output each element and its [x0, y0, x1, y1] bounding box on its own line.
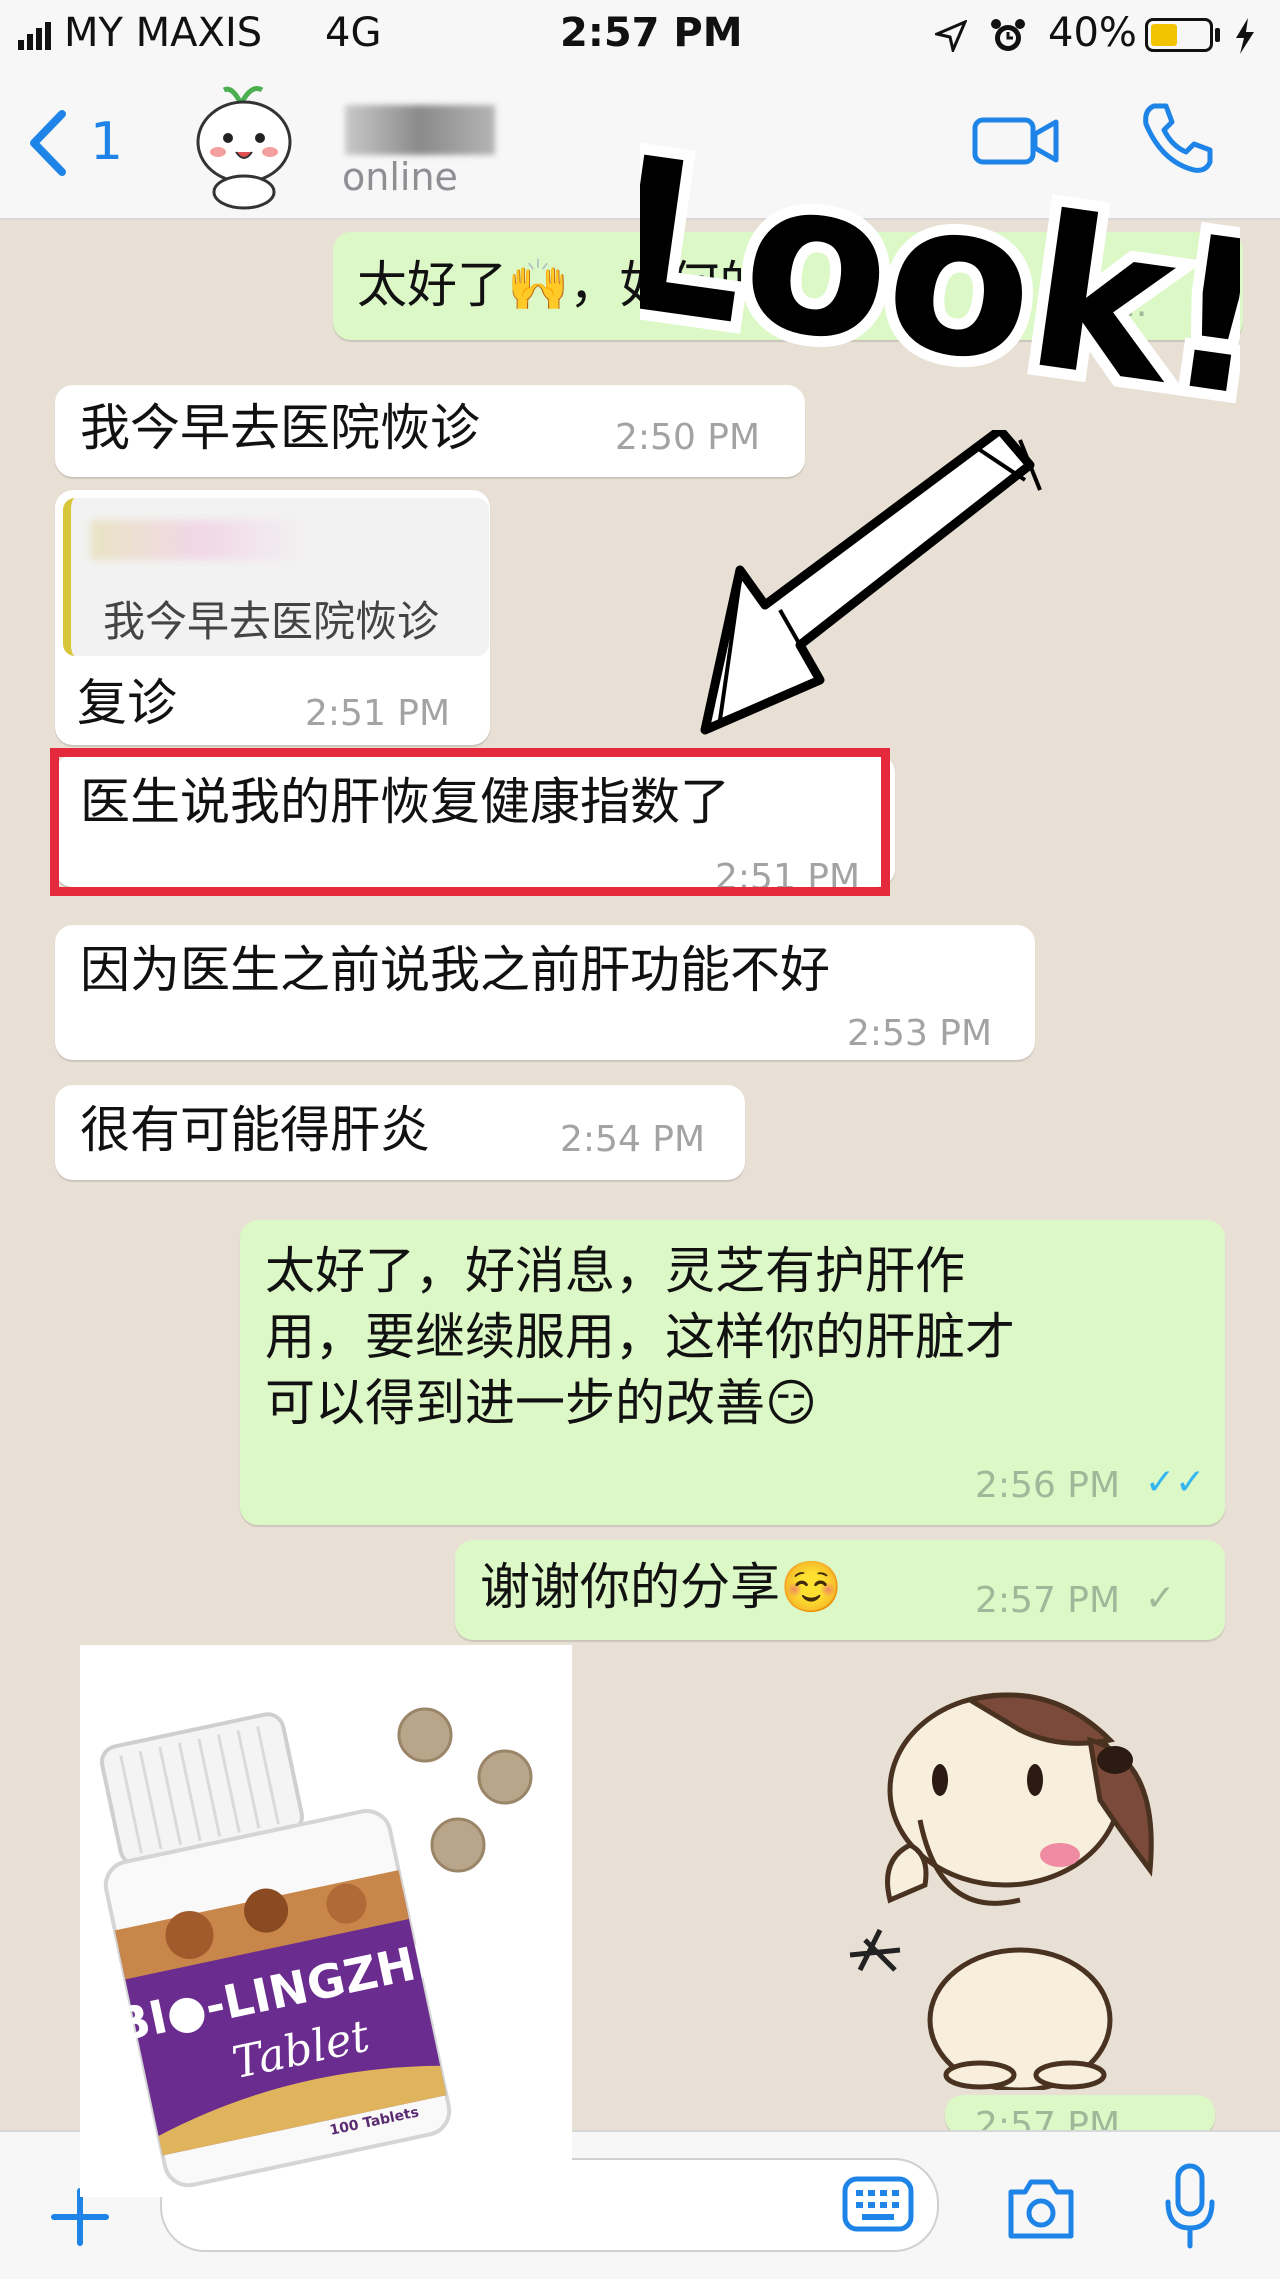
message-text: 我今早去医院恢诊 [80, 399, 480, 457]
message-bubble-out[interactable]: 谢谢你的分享☺️ 2:57 PM ✓ [455, 1540, 1225, 1640]
read-receipt-icon: ✓✓ [1145, 1462, 1206, 1503]
message-time: 2:57 PM [975, 1580, 1121, 1621]
message-time: 2:54 PM [560, 1119, 706, 1160]
message-text-line: 用，要继续服用，这样你的肝脏才 [265, 1308, 1015, 1366]
quoted-message[interactable]: 我今早去医院恢诊 [63, 498, 489, 656]
look-annotation: Look! [586, 99, 1280, 455]
quoted-sender-blurred [91, 520, 311, 560]
message-text: 因为医生之前说我之前肝功能不好 [80, 941, 830, 999]
message-text-line: 可以得到进一步的改善😏 [265, 1374, 818, 1432]
signal-bars-icon [18, 22, 51, 50]
message-bubble-out-partial[interactable]: 2:57 PM [945, 2095, 1215, 2135]
camera-icon[interactable] [1003, 2170, 1079, 2246]
network-type: 4G [325, 10, 382, 56]
message-text: 谢谢你的分享☺️ [480, 1558, 843, 1616]
microphone-icon[interactable] [1160, 2162, 1220, 2252]
alarm-icon [991, 19, 1025, 51]
contact-status: online [342, 155, 458, 199]
avatar[interactable] [180, 80, 310, 210]
highlight-box [50, 748, 890, 896]
message-bubble-in[interactable]: 因为医生之前说我之前肝功能不好 2:53 PM [55, 925, 1035, 1060]
message-bubble-in[interactable]: 很有可能得肝炎 2:54 PM [55, 1085, 745, 1180]
message-bubble-out[interactable]: 太好了，好消息，灵芝有护肝作 用，要继续服用，这样你的肝脏才 可以得到进一步的改… [240, 1220, 1225, 1525]
message-time: 2:53 PM [847, 1013, 993, 1054]
back-chevron-icon[interactable] [28, 110, 68, 176]
quoted-text: 我今早去医院恢诊 [103, 597, 440, 646]
message-bubble-in-reply[interactable]: 我今早去医院恢诊 复诊 2:51 PM [55, 490, 490, 745]
clock: 2:57 PM [560, 10, 743, 56]
battery-percent: 40% [1048, 10, 1137, 56]
battery-icon [1145, 18, 1213, 52]
message-time: 2:51 PM [305, 693, 451, 734]
charging-bolt-icon [1236, 18, 1254, 54]
pointer-arrow-icon [700, 430, 1042, 735]
dog-sticker[interactable] [820, 1670, 1180, 2090]
message-text: 复诊 [77, 674, 177, 732]
keyboard-sticker-icon[interactable] [842, 2176, 914, 2232]
delivered-tick-icon: ✓ [1145, 1578, 1176, 1619]
status-bar: MY MAXIS 4G 2:57 PM 40% [0, 0, 1280, 70]
carrier-name: MY MAXIS [64, 10, 263, 56]
look-text: Look! [640, 120, 1240, 430]
message-text: 很有可能得肝炎 [80, 1101, 430, 1159]
contact-name-blurred[interactable] [345, 105, 495, 155]
unread-count[interactable]: 1 [90, 112, 123, 172]
message-time: 2:56 PM [975, 1465, 1121, 1506]
message-text-line: 太好了，好消息，灵芝有护肝作 [265, 1242, 965, 1300]
location-arrow-icon [935, 20, 967, 52]
product-image: BI●-LINGZHI Tablet 100 Tablets [80, 1645, 572, 2197]
